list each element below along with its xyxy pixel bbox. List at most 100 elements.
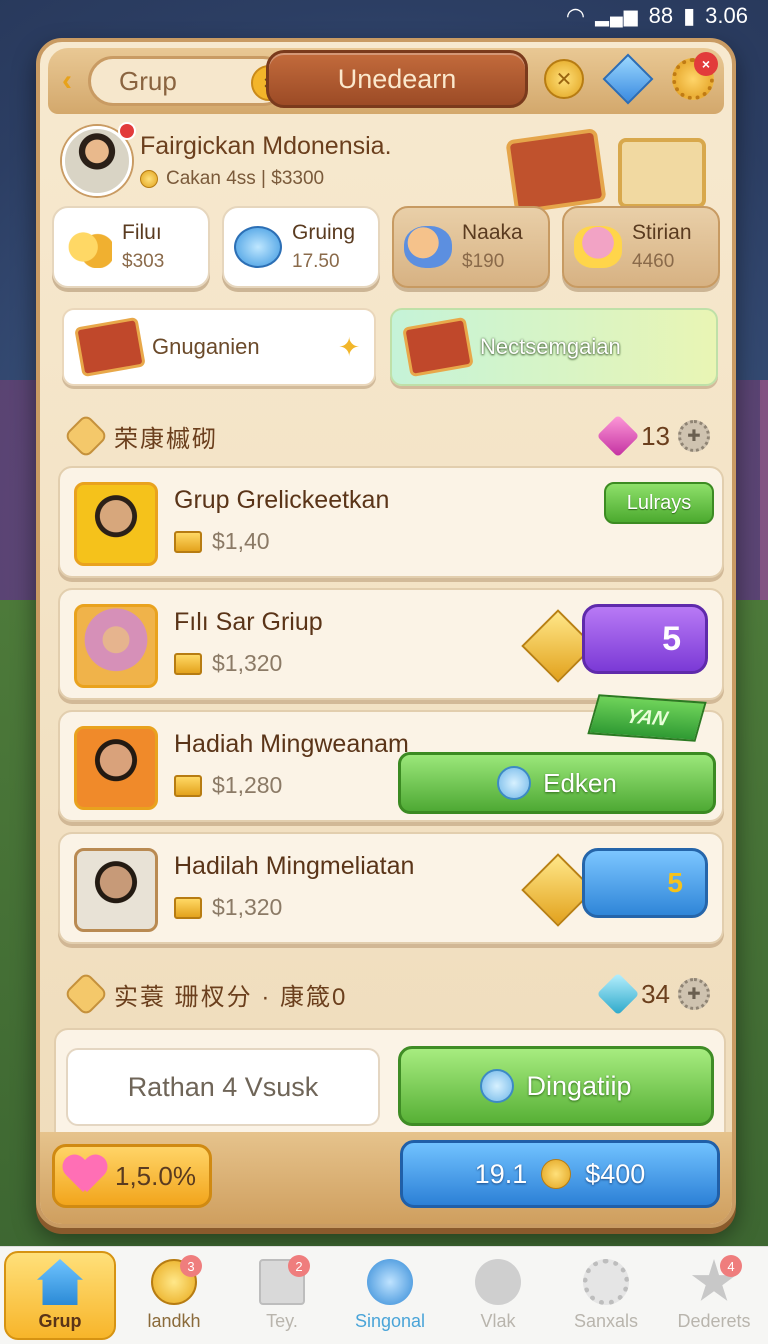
main-panel: ‹ Grup × Unedearn ✕ × Fairgickan Mdonens… [36,38,736,1228]
claim-button[interactable]: Lulrays [604,482,714,524]
avatar [74,848,158,932]
section-title: 实蓑 珊杈分 · 康箴0 [114,983,348,1011]
gear-icon[interactable]: × [672,52,718,100]
avatar-badge [118,122,136,140]
nav-badge: 4 [720,1255,742,1277]
nav-label: landkh [147,1311,201,1331]
item-amount-value: $1,320 [212,894,283,920]
stat-value: 4460 [632,251,675,272]
gold-icon [174,530,202,553]
stat-title: Gruing [292,221,356,244]
nav-badge: 3 [180,1255,202,1277]
stat-title: Naaka [462,221,523,244]
profile-name: Fairgickan Mdonensia. [140,132,392,160]
nav-item-singonal[interactable]: Singonal [336,1247,444,1344]
clock: 3.06 [705,3,748,28]
banner-nectsemgaian[interactable]: Nectsemgaian [390,308,718,386]
settings-icon[interactable]: ✚ [678,420,710,452]
item-amount-value: $1,320 [212,650,283,676]
pink-gem-icon [596,414,640,458]
nav-item-dederets[interactable]: 4 Dederets [660,1247,768,1344]
banner-label: Nectsemgaian [480,334,621,359]
edken-button[interactable]: Edken [398,752,716,814]
percent-value: 1,5.0% [115,1160,196,1191]
item-amount: $1,320 [174,894,282,921]
list-item[interactable]: Hadiah Mingweanam $1,280 YAN Edken [58,694,724,822]
cloud-icon [475,1259,521,1305]
stat-card-gruing[interactable]: Gruing 17.50 [222,206,380,288]
coins-icon[interactable]: ✕ [544,59,584,99]
nav-label: Sanxals [573,1311,639,1331]
money-value: $400 [585,1158,646,1189]
gold-icon [174,652,202,675]
item-amount-value: $1,40 [212,528,270,554]
item-amount: $1,320 [174,650,282,677]
settings-icon[interactable]: ✚ [678,978,710,1010]
nav-badge: 2 [288,1255,310,1277]
bottom-nav: Grup 3 landkh 2 Tey. Singonal Vlak Sanxa… [0,1246,768,1344]
avatar [74,604,158,688]
reward-badge[interactable]: 5 [582,848,708,918]
nav-item-grup[interactable]: Grup [4,1251,116,1340]
nav-item-sanxals[interactable]: Sanxals [552,1247,660,1344]
back-arrow-icon[interactable]: ‹ [62,64,72,98]
list-item[interactable]: Grup Grelickeetkan $1,40 Lulrays [58,466,724,578]
nav-item-tey[interactable]: 2 Tey. [228,1247,336,1344]
section-icon [63,971,109,1017]
section-count: 34 ✚ [596,972,710,1016]
item-name: Grup Grelickeetkan [174,486,390,514]
ribbon-label: YAN [587,694,707,742]
red-chest-icon [505,127,607,215]
panel-footer: 1,5.0% 19.1 $400 [40,1132,732,1224]
list-item[interactable]: Hadilah Mingmeliatan $1,320 5 [58,832,724,944]
coin-icon [541,1159,572,1189]
signal-text: 88 [648,3,674,28]
group-label: Grup [119,65,177,96]
section-icon [63,413,109,459]
stat-title: Filuı [122,221,162,244]
money-pill[interactable]: 19.1 $400 [400,1140,720,1208]
avatar [74,726,158,810]
dingatiip-button[interactable]: Dingatiip [398,1046,714,1126]
home-icon [37,1259,83,1305]
cat-icon [574,226,622,268]
nav-item-vlak[interactable]: Vlak [444,1247,552,1344]
button-icon [497,766,532,800]
stat-value: $190 [462,251,505,272]
section-count-value: 13 [641,420,670,451]
gift-box-icon [402,316,474,378]
section-header-1: 荣康槭砌 13 ✚ [63,413,710,459]
nav-item-landkh[interactable]: 3 landkh [120,1247,228,1344]
toy-icon [404,226,452,268]
wifi-icon: ◠ [565,3,586,28]
money-left-value: 19.1 [474,1158,528,1189]
percent-pill[interactable]: 1,5.0% [52,1144,212,1208]
button-icon [480,1069,515,1103]
notification-badge: × [694,52,718,76]
stat-card-naaka[interactable]: Naaka $190 [392,206,550,288]
text-input[interactable]: Rathan 4 Vsusk [66,1048,380,1126]
list-item[interactable]: Fılı Sar Griup $1,320 5 [58,588,724,700]
profile-subtitle-text: Cakan 4ss | $3300 [166,168,325,189]
gift-box-icon [74,316,146,378]
reward-badge[interactable]: 5 [582,604,708,674]
blue-orb-icon [234,226,282,268]
teal-star-icon [596,972,640,1016]
gear-icon [583,1259,629,1305]
item-amount: $1,40 [174,528,270,555]
gold-chest-icon [618,138,706,208]
group-tab[interactable]: Grup × [88,56,288,106]
button-label: Dingatiip [526,1070,632,1101]
item-amount-value: $1,280 [212,772,283,798]
item-name: Hadilah Mingmeliatan [174,852,415,880]
stat-card-filu[interactable]: Filuı $303 [52,206,210,288]
status-bar: ◠ ▂▄▆ 88 ▮ 3.06 [0,0,768,32]
section-header-2: 实蓑 珊杈分 · 康箴0 34 ✚ [63,971,710,1017]
stat-card-stirian[interactable]: Stirian 4460 [562,206,720,288]
gem-icon[interactable] [602,53,654,105]
star-icon [367,1259,413,1305]
action-card: Rathan 4 Vsusk Dingatiip [54,1028,726,1146]
banner-gnuganien[interactable]: Gnuganien ✦ [62,308,377,386]
battery-icon: ▮ [683,3,696,28]
nav-label: Singonal [354,1311,426,1331]
